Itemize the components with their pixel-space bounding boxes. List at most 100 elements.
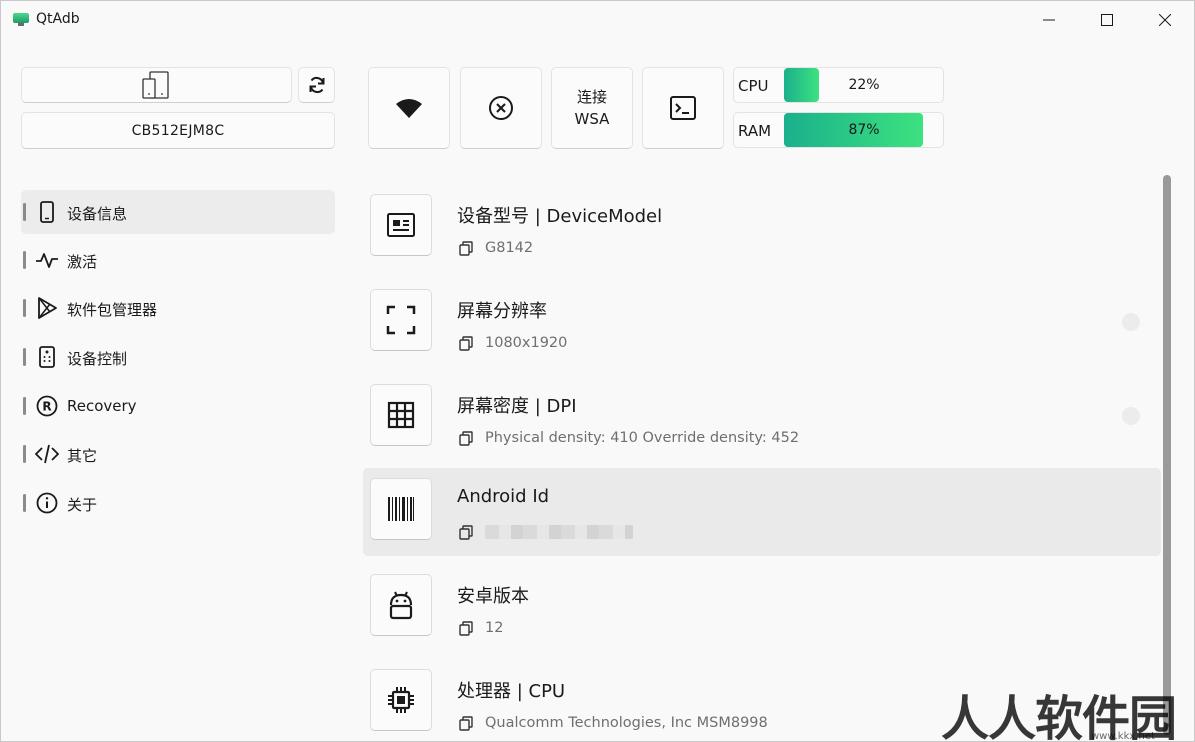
connect-wsa-button[interactable]: 连接 WSA bbox=[551, 67, 633, 149]
info-title: 屏幕密度 | DPI bbox=[457, 396, 577, 417]
monitor-icon bbox=[13, 13, 29, 26]
info-title: 处理器 | CPU bbox=[457, 681, 566, 702]
refresh-icon bbox=[309, 76, 324, 94]
sidebar-item-label: 关于 bbox=[67, 496, 98, 514]
cpu-track: 22% bbox=[784, 68, 944, 102]
info-value-copy[interactable]: G8142 bbox=[459, 239, 533, 257]
info-value: G8142 bbox=[485, 240, 534, 256]
copy-icon[interactable] bbox=[459, 524, 475, 540]
svg-text:R: R bbox=[42, 400, 51, 414]
chip-icon bbox=[370, 669, 432, 731]
device-info-list: 设备型号 | DeviceModel G8142 屏幕分辨率 1080x1920… bbox=[346, 161, 1171, 741]
nav-bar bbox=[23, 494, 26, 512]
watermark-url: www.kkx.net bbox=[1091, 731, 1155, 742]
barcode-icon bbox=[370, 478, 432, 540]
sidebar-item-package-manager[interactable]: 软件包管理器 bbox=[21, 286, 335, 330]
sidebar-item-device-control[interactable]: 设备控制 bbox=[21, 335, 335, 379]
nav-bar bbox=[23, 445, 26, 463]
info-value-copy[interactable]: Physical density: 410 Override density: … bbox=[459, 429, 799, 447]
disconnect-button[interactable] bbox=[460, 67, 542, 149]
cpu-value: 22% bbox=[848, 77, 880, 93]
sidebar-item-label: 激活 bbox=[67, 253, 98, 271]
maximize-icon bbox=[1101, 14, 1113, 26]
terminal-button[interactable] bbox=[642, 67, 724, 149]
copy-icon[interactable] bbox=[459, 620, 475, 636]
connect-wsa-label-line1: 连接 bbox=[576, 88, 607, 106]
scrollbar[interactable] bbox=[1163, 175, 1171, 735]
nav-bar bbox=[23, 348, 26, 366]
selection-indicator bbox=[23, 203, 26, 221]
sidebar-item-device-info[interactable]: 设备信息 bbox=[21, 190, 335, 234]
cancel-icon bbox=[489, 96, 513, 120]
info-row-dpi: 屏幕密度 | DPI Physical density: 410 Overrid… bbox=[363, 374, 1161, 462]
sidebar-item-label: 软件包管理器 bbox=[67, 301, 158, 319]
nav-bar bbox=[23, 299, 26, 317]
sidebar-item-label: 其它 bbox=[67, 447, 98, 465]
info-value: 1080x1920 bbox=[485, 335, 568, 351]
wifi-icon bbox=[396, 99, 422, 118]
info-value: 12 bbox=[485, 620, 504, 636]
scroll-indicator-dot bbox=[1122, 407, 1140, 425]
android-icon bbox=[370, 574, 432, 636]
nav-bar bbox=[23, 251, 26, 269]
info-title: 设备型号 | DeviceModel bbox=[457, 206, 663, 227]
device-serial-button[interactable]: CB512EJM8C bbox=[21, 112, 335, 149]
copy-icon[interactable] bbox=[459, 335, 475, 351]
id-card-icon bbox=[370, 194, 432, 256]
title-bar: QtAdb bbox=[1, 1, 1194, 39]
phone-icon bbox=[35, 200, 59, 224]
refresh-button[interactable] bbox=[298, 67, 335, 103]
device-serial: CB512EJM8C bbox=[131, 122, 225, 139]
info-title: 安卓版本 bbox=[457, 586, 529, 607]
code-icon bbox=[35, 442, 59, 466]
info-icon bbox=[35, 491, 59, 515]
close-icon bbox=[1159, 14, 1171, 26]
cpu-label: CPU bbox=[738, 77, 769, 95]
info-value: Physical density: 410 Override density: … bbox=[485, 430, 800, 446]
info-row-device-model: 设备型号 | DeviceModel G8142 bbox=[363, 184, 1161, 272]
close-button[interactable] bbox=[1136, 1, 1194, 39]
grid-icon bbox=[370, 384, 432, 446]
sidebar-item-activation[interactable]: 激活 bbox=[21, 238, 335, 282]
sidebar-item-other[interactable]: 其它 bbox=[21, 432, 335, 476]
minimize-button[interactable] bbox=[1020, 1, 1078, 39]
info-row-android-version: 安卓版本 12 bbox=[363, 564, 1161, 652]
cpu-meter: CPU 22% bbox=[733, 67, 944, 103]
ram-track: 87% bbox=[784, 113, 944, 147]
info-value-copy[interactable] bbox=[459, 523, 633, 541]
connect-wsa-label-line2: WSA bbox=[574, 110, 610, 128]
pulse-icon bbox=[35, 248, 59, 272]
remote-icon bbox=[35, 345, 59, 369]
sidebar-item-about[interactable]: 关于 bbox=[21, 481, 335, 525]
registered-icon: R bbox=[35, 394, 59, 418]
info-value-copy[interactable]: 1080x1920 bbox=[459, 334, 567, 352]
info-row-android-id: Android Id bbox=[363, 468, 1161, 556]
maximize-button[interactable] bbox=[1078, 1, 1136, 39]
info-value-copy[interactable]: 12 bbox=[459, 619, 503, 637]
terminal-icon bbox=[670, 96, 696, 120]
copy-icon[interactable] bbox=[459, 240, 475, 256]
ram-label: RAM bbox=[738, 122, 772, 140]
window-title: QtAdb bbox=[36, 11, 80, 27]
copy-icon[interactable] bbox=[459, 430, 475, 446]
sidebar-item-label: 设备控制 bbox=[67, 350, 128, 368]
redacted-value bbox=[485, 525, 633, 539]
copy-icon[interactable] bbox=[459, 715, 475, 731]
sidebar-item-label: 设备信息 bbox=[67, 205, 128, 223]
info-value: Qualcomm Technologies, Inc MSM8998 bbox=[485, 715, 768, 731]
info-row-resolution: 屏幕分辨率 1080x1920 bbox=[363, 279, 1161, 367]
play-store-icon bbox=[35, 296, 59, 320]
info-title: 屏幕分辨率 bbox=[457, 301, 547, 322]
ram-meter: RAM 87% bbox=[733, 112, 944, 148]
sidebar-item-recovery[interactable]: R Recovery bbox=[21, 384, 335, 428]
device-type-button[interactable] bbox=[21, 67, 292, 103]
fullscreen-icon bbox=[370, 289, 432, 351]
devices-icon bbox=[141, 71, 169, 99]
scroll-indicator-dot bbox=[1122, 313, 1140, 331]
ram-value: 87% bbox=[848, 122, 880, 138]
nav-bar bbox=[23, 397, 26, 415]
wifi-connect-button[interactable] bbox=[368, 67, 450, 149]
info-value-copy[interactable]: Qualcomm Technologies, Inc MSM8998 bbox=[459, 714, 768, 732]
app-window: QtAdb CB512EJM8C 连接 WSA CPU 22% RAM 87% … bbox=[0, 0, 1195, 742]
minimize-icon bbox=[1043, 19, 1055, 21]
